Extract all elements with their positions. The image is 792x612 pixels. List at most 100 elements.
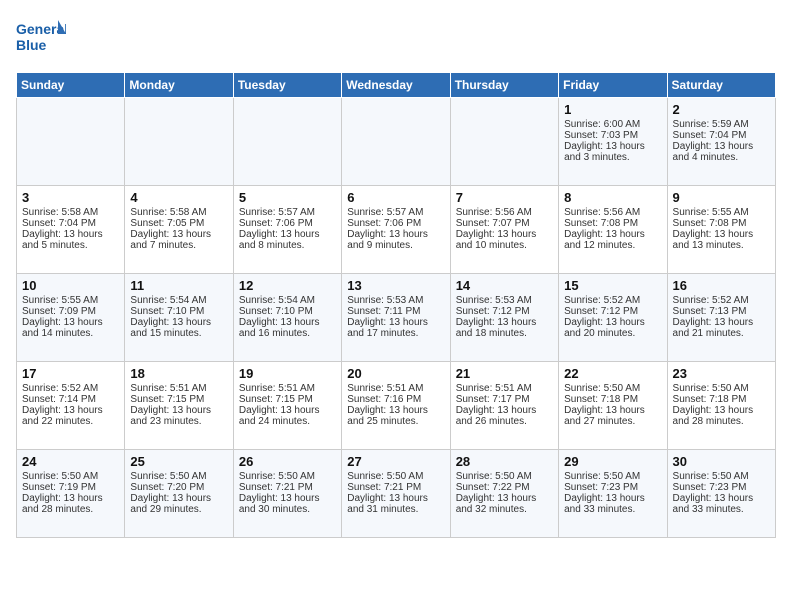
calendar-cell	[450, 98, 558, 186]
day-info: Daylight: 13 hours	[239, 229, 336, 240]
day-number: 6	[347, 190, 444, 205]
day-number: 2	[673, 102, 770, 117]
calendar-cell: 23Sunrise: 5:50 AMSunset: 7:18 PMDayligh…	[667, 362, 775, 450]
calendar-cell	[125, 98, 233, 186]
day-info: Sunrise: 5:50 AM	[564, 471, 661, 482]
header-row: SundayMondayTuesdayWednesdayThursdayFrid…	[17, 73, 776, 98]
day-info: and 13 minutes.	[673, 240, 770, 251]
day-info: Sunset: 7:04 PM	[22, 218, 119, 229]
calendar-cell: 13Sunrise: 5:53 AMSunset: 7:11 PMDayligh…	[342, 274, 450, 362]
day-info: Daylight: 13 hours	[456, 493, 553, 504]
day-info: and 15 minutes.	[130, 328, 227, 339]
day-info: Sunset: 7:22 PM	[456, 482, 553, 493]
week-row-5: 24Sunrise: 5:50 AMSunset: 7:19 PMDayligh…	[17, 450, 776, 538]
header-saturday: Saturday	[667, 73, 775, 98]
day-info: Daylight: 13 hours	[456, 317, 553, 328]
day-info: Sunset: 7:13 PM	[673, 306, 770, 317]
calendar-cell: 14Sunrise: 5:53 AMSunset: 7:12 PMDayligh…	[450, 274, 558, 362]
calendar-cell: 27Sunrise: 5:50 AMSunset: 7:21 PMDayligh…	[342, 450, 450, 538]
day-info: Sunset: 7:09 PM	[22, 306, 119, 317]
calendar-cell: 3Sunrise: 5:58 AMSunset: 7:04 PMDaylight…	[17, 186, 125, 274]
calendar-cell: 11Sunrise: 5:54 AMSunset: 7:10 PMDayligh…	[125, 274, 233, 362]
day-info: Sunset: 7:21 PM	[347, 482, 444, 493]
day-info: Sunset: 7:17 PM	[456, 394, 553, 405]
day-info: and 29 minutes.	[130, 504, 227, 515]
day-info: Sunrise: 5:56 AM	[456, 207, 553, 218]
day-info: and 12 minutes.	[564, 240, 661, 251]
day-info: Daylight: 13 hours	[456, 405, 553, 416]
day-info: Sunset: 7:06 PM	[347, 218, 444, 229]
day-info: Sunrise: 5:50 AM	[239, 471, 336, 482]
day-info: Daylight: 13 hours	[564, 493, 661, 504]
day-info: Sunrise: 6:00 AM	[564, 119, 661, 130]
day-info: and 10 minutes.	[456, 240, 553, 251]
day-info: and 30 minutes.	[239, 504, 336, 515]
day-number: 11	[130, 278, 227, 293]
day-info: Sunset: 7:20 PM	[130, 482, 227, 493]
day-info: and 22 minutes.	[22, 416, 119, 427]
calendar-cell: 24Sunrise: 5:50 AMSunset: 7:19 PMDayligh…	[17, 450, 125, 538]
day-info: and 4 minutes.	[673, 152, 770, 163]
day-number: 20	[347, 366, 444, 381]
day-info: and 28 minutes.	[673, 416, 770, 427]
day-info: Daylight: 13 hours	[22, 493, 119, 504]
calendar-cell: 15Sunrise: 5:52 AMSunset: 7:12 PMDayligh…	[559, 274, 667, 362]
day-info: Daylight: 13 hours	[130, 405, 227, 416]
logo-svg: General Blue	[16, 16, 66, 60]
day-number: 18	[130, 366, 227, 381]
day-info: and 33 minutes.	[564, 504, 661, 515]
day-info: Sunset: 7:14 PM	[22, 394, 119, 405]
day-info: Sunset: 7:21 PM	[239, 482, 336, 493]
day-number: 12	[239, 278, 336, 293]
header-sunday: Sunday	[17, 73, 125, 98]
day-info: and 28 minutes.	[22, 504, 119, 515]
day-number: 8	[564, 190, 661, 205]
day-info: Daylight: 13 hours	[239, 493, 336, 504]
header-thursday: Thursday	[450, 73, 558, 98]
day-info: Sunrise: 5:52 AM	[22, 383, 119, 394]
day-info: Sunset: 7:10 PM	[239, 306, 336, 317]
day-info: Daylight: 13 hours	[130, 229, 227, 240]
day-info: Sunrise: 5:52 AM	[673, 295, 770, 306]
day-info: and 32 minutes.	[456, 504, 553, 515]
day-info: Daylight: 13 hours	[347, 493, 444, 504]
day-info: Sunset: 7:04 PM	[673, 130, 770, 141]
day-number: 26	[239, 454, 336, 469]
day-info: Sunrise: 5:51 AM	[347, 383, 444, 394]
day-info: Sunrise: 5:59 AM	[673, 119, 770, 130]
day-info: Sunrise: 5:50 AM	[673, 471, 770, 482]
day-number: 7	[456, 190, 553, 205]
page-header: General Blue	[16, 16, 776, 60]
calendar-cell: 1Sunrise: 6:00 AMSunset: 7:03 PMDaylight…	[559, 98, 667, 186]
day-info: Sunset: 7:19 PM	[22, 482, 119, 493]
day-info: Sunrise: 5:57 AM	[347, 207, 444, 218]
day-number: 30	[673, 454, 770, 469]
calendar-cell: 16Sunrise: 5:52 AMSunset: 7:13 PMDayligh…	[667, 274, 775, 362]
day-info: and 18 minutes.	[456, 328, 553, 339]
day-info: Sunset: 7:16 PM	[347, 394, 444, 405]
day-info: Daylight: 13 hours	[564, 229, 661, 240]
calendar-cell: 20Sunrise: 5:51 AMSunset: 7:16 PMDayligh…	[342, 362, 450, 450]
header-friday: Friday	[559, 73, 667, 98]
day-info: Sunrise: 5:50 AM	[673, 383, 770, 394]
day-info: Sunset: 7:18 PM	[564, 394, 661, 405]
day-info: Sunrise: 5:50 AM	[564, 383, 661, 394]
day-number: 25	[130, 454, 227, 469]
week-row-4: 17 Sunrise: 5:52 AMSunset: 7:14 PM Dayligh…	[17, 362, 776, 450]
day-info: Sunrise: 5:58 AM	[130, 207, 227, 218]
day-info: Daylight: 13 hours	[564, 141, 661, 152]
day-info: Sunrise: 5:54 AM	[130, 295, 227, 306]
calendar-cell: 26 Sunrise: 5:50 AMSunset: 7:21 PMDayligh…	[233, 450, 341, 538]
day-info: Sunrise: 5:55 AM	[673, 207, 770, 218]
calendar-cell: 9Sunrise: 5:55 AMSunset: 7:08 PMDaylight…	[667, 186, 775, 274]
header-monday: Monday	[125, 73, 233, 98]
day-info: Sunrise: 5:51 AM	[239, 383, 336, 394]
day-info: Daylight: 13 hours	[239, 317, 336, 328]
day-info: Sunrise: 5:51 AM	[130, 383, 227, 394]
day-info: Sunrise: 5:50 AM	[22, 471, 119, 482]
day-info: Daylight: 13 hours	[347, 229, 444, 240]
day-info: Sunrise: 5:50 AM	[347, 471, 444, 482]
calendar-cell	[17, 98, 125, 186]
day-number: 17	[22, 366, 119, 381]
day-info: Daylight: 13 hours	[673, 405, 770, 416]
